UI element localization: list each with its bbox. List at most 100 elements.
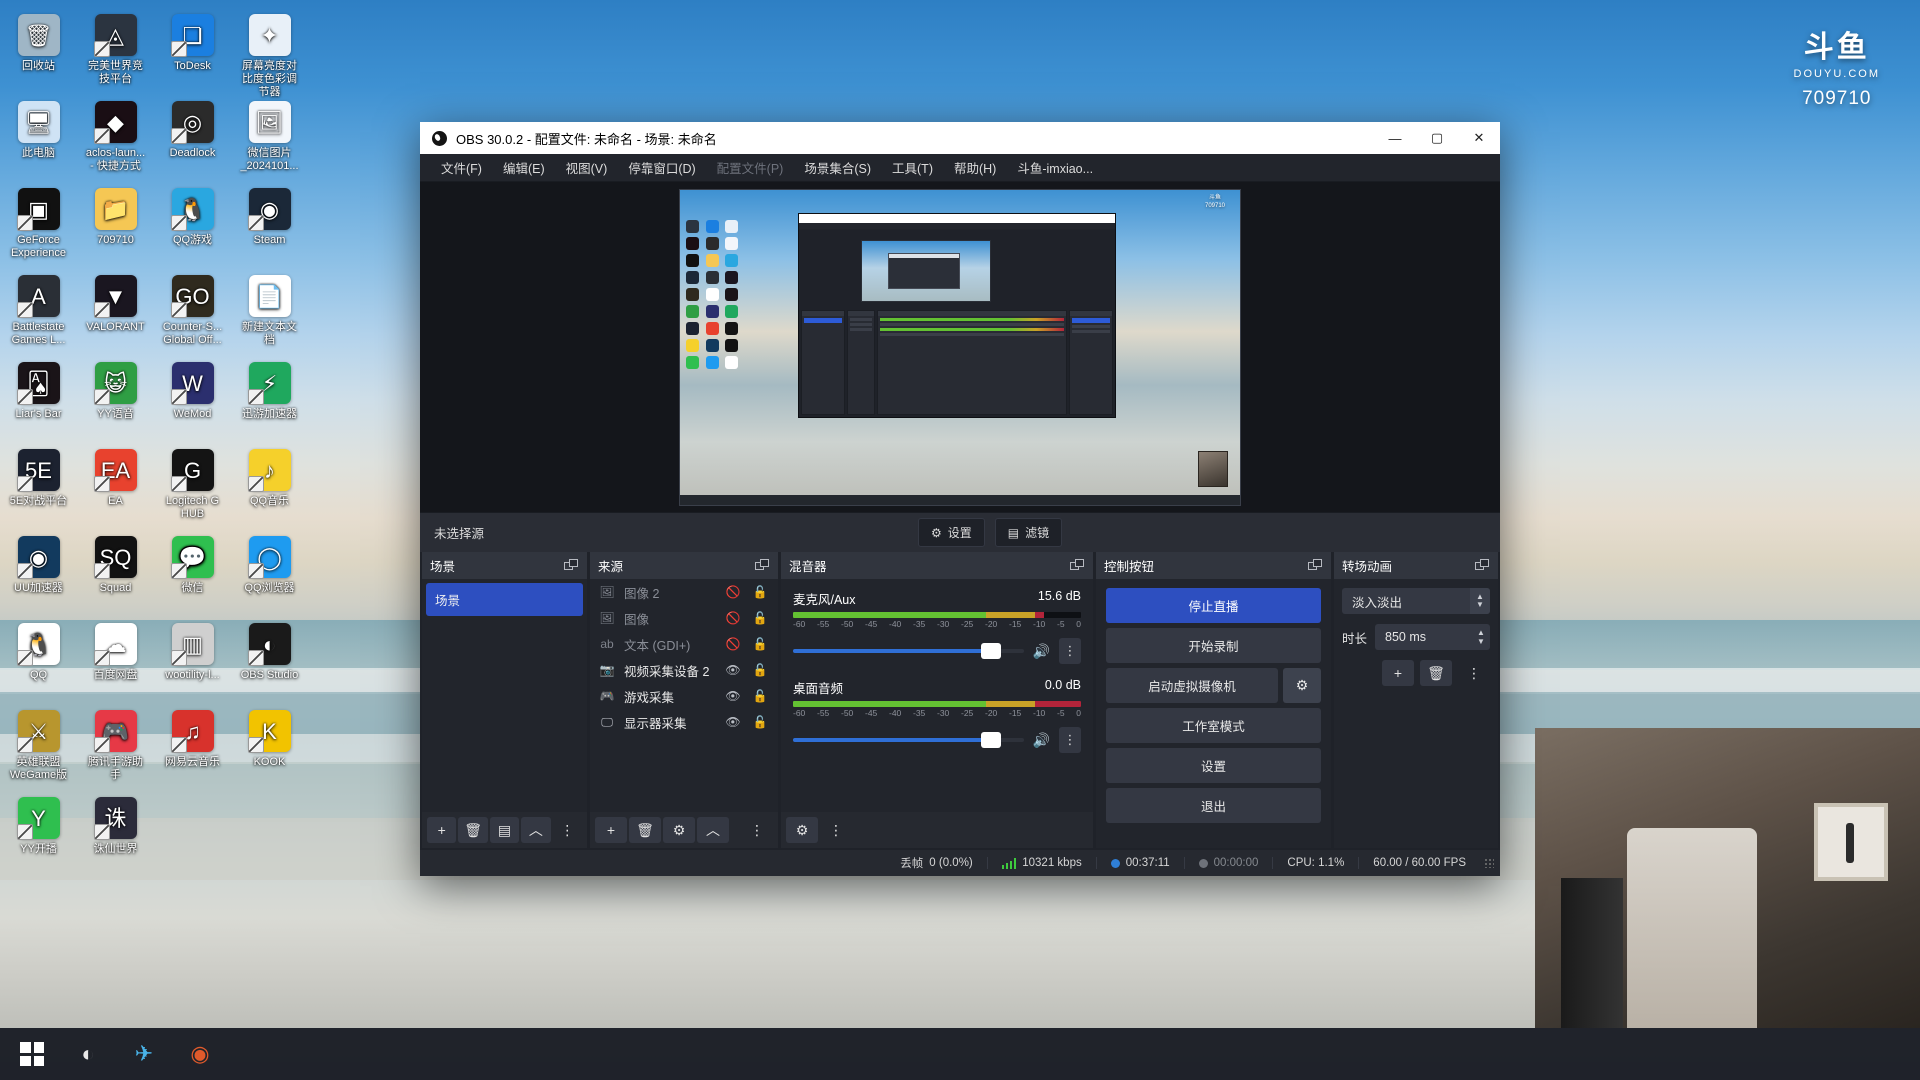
desktop-icon[interactable]: ♪ QQ音乐 — [237, 449, 302, 508]
desktop-icon[interactable]: 🐧 QQ游戏 — [160, 188, 225, 247]
source-list-item[interactable]: 🖵 显示器采集 👁 🔓 — [590, 709, 778, 735]
desktop-icon[interactable]: ▥ wootility-l... — [160, 623, 225, 682]
desktop-icon[interactable]: ◉ Steam — [237, 188, 302, 247]
desktop-icon[interactable]: ☁ 百度网盘 — [83, 623, 148, 682]
desktop-icon[interactable]: 诛诛仙世界 — [83, 797, 148, 856]
source-list-item[interactable]: ab 文本 (GDI+) 🚫 🔓 — [590, 631, 778, 657]
desktop-icon[interactable]: ♫ 网易云音乐 — [160, 710, 225, 769]
lock-open-icon[interactable]: 🔓 — [751, 611, 769, 625]
undock-icon[interactable] — [1308, 559, 1323, 572]
stop-stream-button[interactable]: 停止直播 — [1106, 588, 1321, 623]
desktop-icon[interactable]: ◉ UU加速器 — [6, 536, 71, 595]
menu-item[interactable]: 视图(V) — [557, 154, 617, 181]
source-list-item[interactable]: 🖼 图像 2 🚫 🔓 — [590, 579, 778, 605]
desktop-icon[interactable]: ⚔ 英雄联盟 WeGame版 — [6, 710, 71, 782]
studio-mode-button[interactable]: 工作室模式 — [1106, 708, 1321, 743]
volume-slider-handle[interactable] — [981, 643, 1002, 659]
menu-item[interactable]: 斗鱼-imxiao... — [1008, 154, 1102, 181]
lock-open-icon[interactable]: 🔓 — [751, 663, 769, 677]
start-recording-button[interactable]: 开始录制 — [1106, 628, 1321, 663]
desktop-icon[interactable]: SQ Squad — [83, 536, 148, 595]
remove-source-button[interactable]: 🗑 — [629, 817, 661, 843]
source-list-item[interactable]: 📷 视频采集设备 2 👁 🔓 — [590, 657, 778, 683]
obs-title-bar[interactable]: OBS 30.0.2 - 配置文件: 未命名 - 场景: 未命名 — ▢ ✕ — [420, 122, 1500, 154]
desktop-icon[interactable]: A Battlestate Games L... — [6, 275, 71, 347]
resize-grip-icon[interactable] — [1484, 858, 1494, 868]
desktop-icon[interactable]: ◆ aclos-laun... - 快捷方式 — [83, 101, 148, 173]
lock-open-icon[interactable]: 🔓 — [751, 689, 769, 703]
volume-slider[interactable] — [793, 643, 1024, 659]
menu-item[interactable]: 场景集合(S) — [795, 154, 880, 181]
start-button[interactable] — [4, 1028, 60, 1080]
undock-icon[interactable] — [755, 559, 770, 572]
exit-button[interactable]: 退出 — [1106, 788, 1321, 823]
desktop-icon[interactable]: ⚡ 迅游加速器 — [237, 362, 302, 421]
desktop-icon[interactable]: ▼ VALORANT — [83, 275, 148, 334]
chevron-updown-icon[interactable]: ▲ ▼ — [1470, 588, 1490, 614]
browser-taskbar-icon[interactable]: ✈ — [116, 1028, 172, 1080]
source-properties-button[interactable]: ⚙ — [663, 817, 695, 843]
desktop-icon[interactable]: 📁 709710 — [83, 188, 148, 247]
mixer-audio-settings-button[interactable]: ⚙ — [786, 817, 818, 843]
preview-canvas[interactable]: 斗鱼 709710 — [679, 188, 1241, 506]
desktop-icon[interactable]: GO Counter-S... Global Off... — [160, 275, 225, 347]
undock-icon[interactable] — [564, 559, 579, 572]
desktop-icon[interactable]: ❏ ToDesk — [160, 14, 225, 73]
desktop-icon[interactable]: ◐ OBS Studio — [237, 623, 302, 682]
eye-off-icon[interactable]: 🚫 — [724, 585, 742, 599]
desktop-icon[interactable]: 5E 5E对战平台 — [6, 449, 71, 508]
desktop-icon[interactable]: ▣ GeForce Experience — [6, 188, 71, 260]
menu-item[interactable]: 帮助(H) — [945, 154, 1005, 181]
menu-item[interactable]: 工具(T) — [883, 154, 942, 181]
obs-taskbar-icon[interactable]: ◐ — [60, 1028, 116, 1080]
virtual-camera-settings-button[interactable]: ⚙ — [1283, 668, 1321, 703]
start-virtual-camera-button[interactable]: 启动虚拟摄像机 — [1106, 668, 1278, 703]
desktop-icon[interactable]: 🖼 微信图片_2024101... — [237, 101, 302, 173]
mixer-options-button[interactable]: ⋮ — [820, 817, 852, 843]
transition-select[interactable]: 淡入淡出 ▲ ▼ — [1342, 588, 1490, 614]
desktop-icon[interactable]: ◯ QQ浏览器 — [237, 536, 302, 595]
desktop-icon[interactable]: ◬ 完美世界竞技平台 — [83, 14, 148, 86]
desktop-icon[interactable]: 🖥 此电脑 — [6, 101, 71, 160]
close-button[interactable]: ✕ — [1458, 122, 1500, 154]
maximize-button[interactable]: ▢ — [1416, 122, 1458, 154]
scenes-list[interactable]: 场景 — [422, 579, 587, 812]
volume-slider-handle[interactable] — [981, 732, 1002, 748]
volume-slider[interactable] — [793, 732, 1024, 748]
source-list-item[interactable]: 🎮 游戏采集 👁 🔓 — [590, 683, 778, 709]
undock-icon[interactable] — [1475, 559, 1490, 572]
desktop-icon[interactable]: EA EA — [83, 449, 148, 508]
desktop-icon[interactable]: 🎮 腾讯手游助手 — [83, 710, 148, 782]
minimize-button[interactable]: — — [1374, 122, 1416, 154]
add-source-button[interactable]: + — [595, 817, 627, 843]
source-options-button[interactable]: ⋮ — [741, 817, 773, 843]
scene-list-item[interactable]: 场景 — [426, 583, 583, 616]
mixer-channel-options-button[interactable]: ⋮ — [1059, 727, 1081, 753]
eye-icon[interactable]: 👁 — [724, 689, 742, 703]
eye-off-icon[interactable]: 🚫 — [724, 611, 742, 625]
menu-item[interactable]: 编辑(E) — [494, 154, 554, 181]
desktop-icon[interactable]: ◎ Deadlock — [160, 101, 225, 160]
add-scene-button[interactable]: + — [427, 817, 457, 843]
menu-item[interactable]: 配置文件(P) — [708, 154, 793, 181]
menu-item[interactable]: 文件(F) — [432, 154, 491, 181]
move-source-up-button[interactable]: ︿ — [697, 817, 729, 843]
desktop-icon[interactable]: 😺 YY语音 — [83, 362, 148, 421]
desktop-icon[interactable]: 💬 微信 — [160, 536, 225, 595]
settings-button[interactable]: 设置 — [1106, 748, 1321, 783]
eye-icon[interactable]: 👁 — [724, 715, 742, 729]
preview-area[interactable]: 斗鱼 709710 — [420, 182, 1500, 512]
desktop-icon[interactable]: Y YY开播 — [6, 797, 71, 856]
speaker-icon[interactable]: 🔊 — [1033, 643, 1050, 660]
source-list-item[interactable]: 🖼 图像 🚫 🔓 — [590, 605, 778, 631]
lock-open-icon[interactable]: 🔓 — [751, 637, 769, 651]
transition-options-button[interactable]: ⋮ — [1458, 660, 1490, 686]
source-filters-button[interactable]: ▤ 滤镜 — [994, 518, 1063, 547]
speaker-icon[interactable]: 🔊 — [1033, 732, 1050, 749]
mixer-channel-options-button[interactable]: ⋮ — [1059, 638, 1081, 664]
lock-open-icon[interactable]: 🔓 — [751, 715, 769, 729]
scene-options-button[interactable]: ⋮ — [553, 817, 582, 843]
menu-item[interactable]: 停靠窗口(D) — [619, 154, 704, 181]
desktop-icon[interactable]: 📄 新建文本文档 — [237, 275, 302, 347]
lock-open-icon[interactable]: 🔓 — [751, 585, 769, 599]
